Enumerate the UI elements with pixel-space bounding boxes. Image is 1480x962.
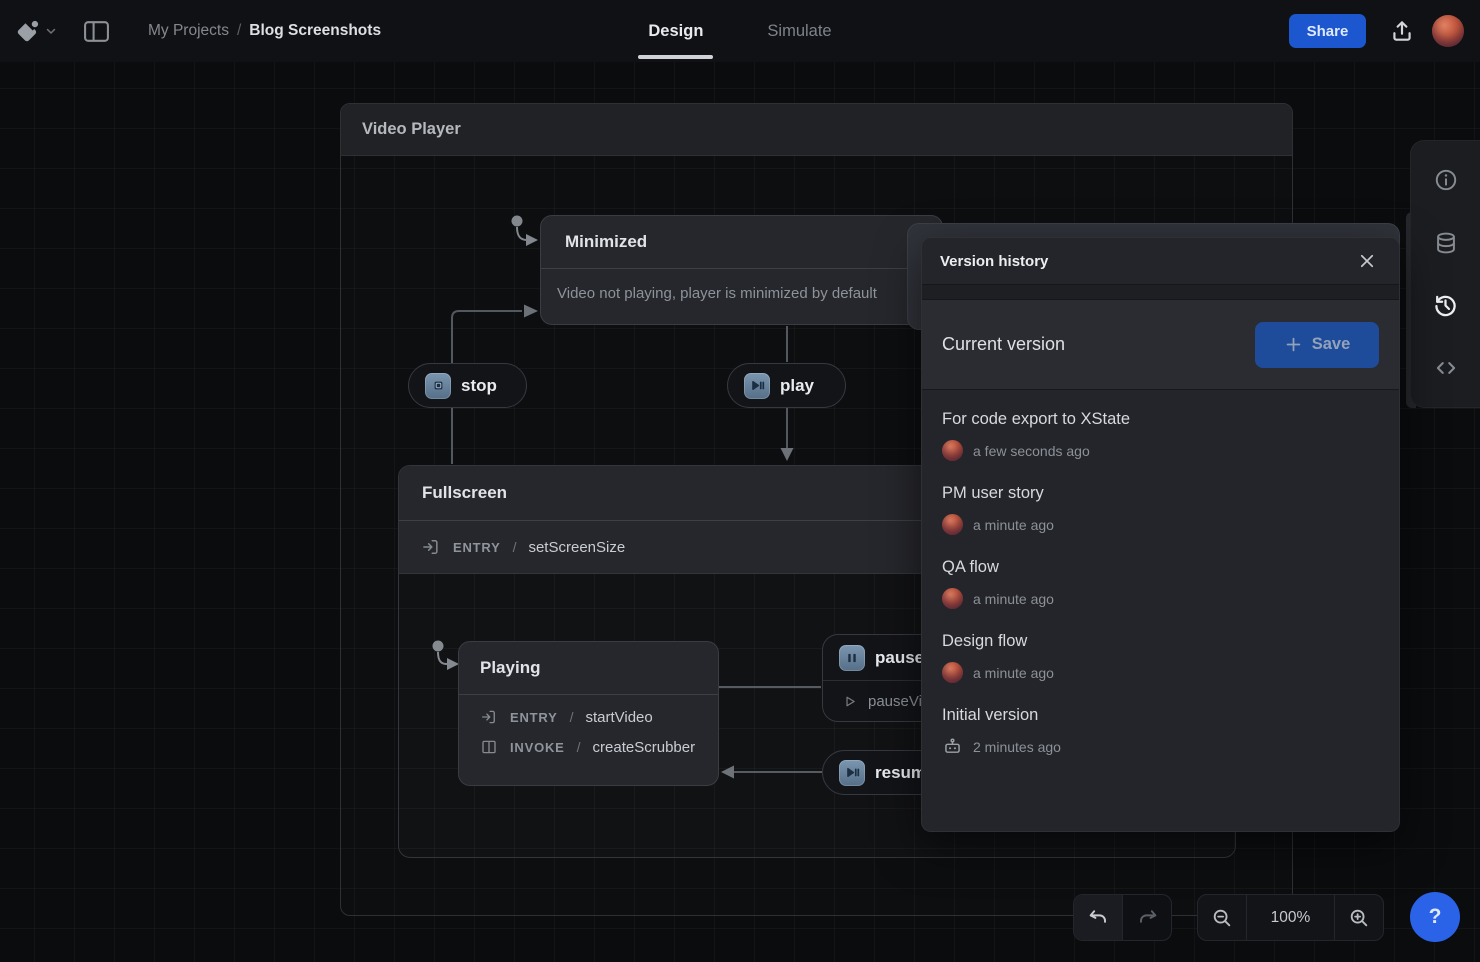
help-label: ?	[1429, 905, 1442, 929]
event-node-stop[interactable]: stop	[408, 363, 527, 408]
version-item[interactable]: For code export to XState a few seconds …	[942, 410, 1379, 461]
robot-icon	[942, 736, 963, 757]
zoom-level[interactable]: 100%	[1246, 895, 1335, 940]
user-avatar[interactable]	[1432, 15, 1464, 47]
stately-logo-icon	[14, 18, 41, 45]
help-button[interactable]: ?	[1410, 892, 1460, 942]
panel-divider	[922, 284, 1399, 300]
upload-icon	[1389, 18, 1415, 44]
sidebar-toggle-button[interactable]	[80, 17, 112, 46]
undo-redo-group	[1073, 894, 1172, 941]
version-title: For code export to XState	[942, 410, 1379, 429]
breadcrumb-separator: /	[237, 22, 241, 40]
version-item[interactable]: PM user story a minute ago	[942, 484, 1379, 535]
code-icon	[1433, 355, 1459, 381]
version-time: a minute ago	[973, 517, 1054, 533]
state-description: Video not playing, player is minimized b…	[557, 285, 917, 307]
version-time: 2 minutes ago	[973, 739, 1061, 755]
pause-glyph-icon	[839, 645, 865, 671]
invoke-icon	[480, 738, 498, 756]
version-time: a minute ago	[973, 591, 1054, 607]
entry-action-row[interactable]: ENTRY / startVideo	[480, 708, 718, 726]
state-title: Minimized	[565, 232, 647, 252]
version-item[interactable]: QA flow a minute ago	[942, 558, 1379, 609]
avatar	[942, 588, 963, 609]
zoom-controls: 100%	[1197, 894, 1384, 941]
play-pause-glyph-icon	[744, 373, 770, 399]
right-toolbar	[1410, 140, 1480, 408]
active-tab-underline	[638, 55, 713, 59]
event-node-play[interactable]: play	[727, 363, 846, 408]
breadcrumb-current[interactable]: Blog Screenshots	[249, 22, 381, 40]
zoom-out-icon	[1211, 907, 1233, 929]
version-title: Design flow	[942, 632, 1379, 651]
plus-icon	[1284, 335, 1303, 354]
close-button[interactable]	[1353, 247, 1381, 275]
version-list: For code export to XState a few seconds …	[922, 390, 1399, 757]
code-button[interactable]	[1424, 346, 1468, 390]
version-title: PM user story	[942, 484, 1379, 503]
close-icon	[1358, 252, 1376, 270]
state-title: Fullscreen	[422, 483, 507, 503]
undo-button[interactable]	[1074, 895, 1123, 940]
stately-editor: Video Player Minimi	[0, 0, 1480, 962]
version-title: Initial version	[942, 706, 1379, 725]
tab-simulate[interactable]: Simulate	[761, 0, 837, 62]
share-button[interactable]: Share	[1289, 14, 1366, 48]
entry-icon	[421, 537, 441, 557]
stop-glyph-icon	[425, 373, 451, 399]
save-label: Save	[1312, 335, 1351, 354]
redo-button[interactable]	[1123, 895, 1171, 940]
action-triangle-icon	[841, 693, 858, 710]
breadcrumb-parent[interactable]: My Projects	[148, 22, 229, 40]
chevron-down-icon	[45, 25, 57, 37]
history-icon	[1432, 292, 1459, 319]
version-title: QA flow	[942, 558, 1379, 577]
data-button[interactable]	[1424, 221, 1468, 265]
current-version-row: Current version Save	[922, 300, 1399, 390]
undo-icon	[1087, 906, 1110, 929]
event-label: play	[780, 376, 814, 396]
event-label: stop	[461, 376, 497, 396]
info-icon	[1433, 167, 1459, 193]
event-label: pause	[875, 648, 924, 668]
machine-header[interactable]: Video Player	[341, 104, 1292, 156]
avatar	[942, 514, 963, 535]
tab-design[interactable]: Design	[642, 0, 709, 62]
machine-title: Video Player	[341, 120, 461, 139]
version-item[interactable]: Initial version 2 minutes ago	[942, 706, 1379, 757]
database-icon	[1433, 230, 1459, 256]
avatar	[942, 662, 963, 683]
sidebar-toggle-icon	[83, 19, 110, 44]
top-bar: My Projects / Blog Screenshots Design Si…	[0, 0, 1480, 62]
zoom-out-button[interactable]	[1198, 895, 1246, 940]
panel-title: Version history	[940, 253, 1048, 270]
version-history-button[interactable]	[1424, 283, 1468, 327]
version-item[interactable]: Design flow a minute ago	[942, 632, 1379, 683]
zoom-in-button[interactable]	[1335, 895, 1383, 940]
export-button[interactable]	[1384, 13, 1420, 49]
current-version-label: Current version	[942, 334, 1065, 355]
app-menu-button[interactable]	[14, 14, 68, 48]
entry-icon	[480, 708, 498, 726]
version-time: a few seconds ago	[973, 443, 1090, 459]
avatar	[942, 440, 963, 461]
version-history-panel: Version history Current version Save For…	[921, 237, 1400, 832]
version-time: a minute ago	[973, 665, 1054, 681]
play-pause-glyph-icon	[839, 760, 865, 786]
save-version-button[interactable]: Save	[1255, 322, 1379, 368]
state-node-minimized[interactable]: Minimized	[540, 215, 943, 325]
state-title: Playing	[480, 658, 540, 678]
redo-icon	[1136, 906, 1159, 929]
breadcrumb: My Projects / Blog Screenshots	[148, 0, 381, 62]
state-node-playing[interactable]: Playing ENTRY / startVideo INVOKE / crea…	[458, 641, 719, 786]
zoom-in-icon	[1348, 907, 1370, 929]
info-button[interactable]	[1424, 158, 1468, 202]
invoke-action-row[interactable]: INVOKE / createScrubber	[480, 738, 718, 756]
